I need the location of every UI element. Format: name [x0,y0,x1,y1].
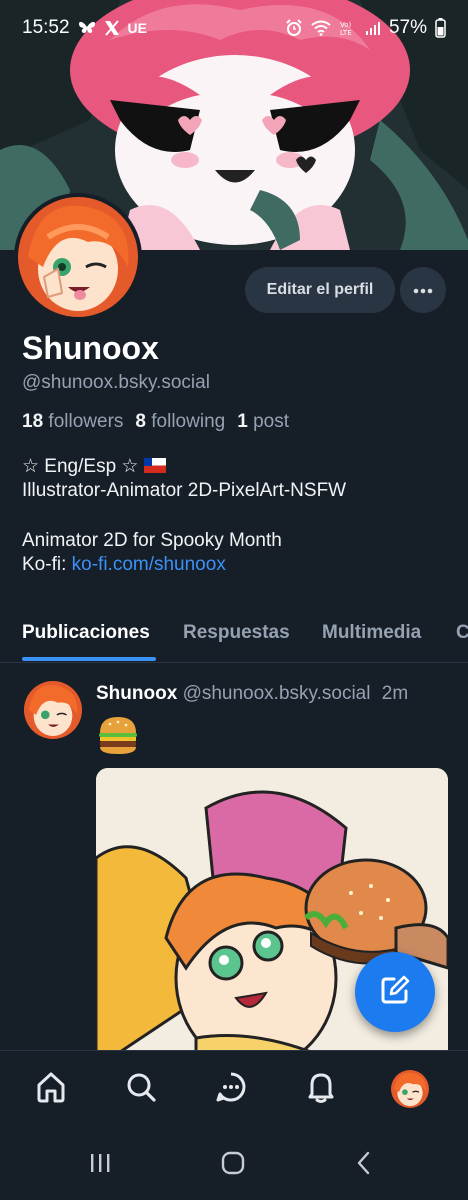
back-chevron-icon [356,1151,372,1180]
following-stat[interactable]: 8 following [135,411,225,433]
signal-icon [365,20,381,36]
profile-stats: 18 followers 8 following 1 post [22,411,301,433]
profile-avatar-image [18,197,138,317]
search-icon [124,1070,158,1109]
post-timestamp: 2m [381,683,409,704]
back-button[interactable] [344,1150,384,1180]
more-icon [413,281,433,299]
active-tab-indicator [22,657,156,661]
posts-label: post [253,411,289,432]
profile-handle: @shunoox.bsky.social [22,372,210,393]
nav-profile[interactable] [390,1069,430,1109]
tab-respuestas[interactable]: Respuestas [183,622,290,644]
alarm-icon [285,19,303,37]
status-right: Vo) LTE 57% [285,17,446,39]
status-left: 15:52 UE [22,17,147,39]
following-count: 8 [135,411,146,432]
post-header: Shunoox @shunoox.bsky.social 2m [96,683,408,705]
status-bar: 15:52 UE Vo) LTE 57% [0,0,468,56]
post-author-handle[interactable]: @shunoox.bsky.social [183,683,371,704]
chile-flag-icon [143,458,166,473]
system-nav-bar [0,1128,468,1200]
butterfly-icon [78,20,96,36]
nav-search[interactable] [121,1069,161,1109]
bottom-nav [0,1050,468,1128]
wifi-icon [311,20,331,36]
bio-line-1: ☆ Eng/Esp ☆ [22,455,346,479]
following-label: following [151,411,226,432]
nav-notifications[interactable] [301,1069,341,1109]
recent-apps-button[interactable] [80,1150,120,1180]
svg-text:LTE: LTE [340,29,352,37]
bio-line-4: Ko-fi: ko-fi.com/shunoox [22,553,346,577]
hamburger-icon [96,713,140,757]
nav-chat[interactable] [211,1069,251,1109]
posts-count: 1 [237,411,248,432]
tab-partial[interactable]: C [456,622,468,644]
bio-line-3: Animator 2D for Spooky Month [22,530,282,551]
edit-profile-button[interactable]: Editar el perfil [245,267,395,313]
profile-avatar-small [391,1070,429,1108]
bio-line-2: Illustrator-Animator 2D-PixelArt-NSFW [22,480,347,501]
profile-avatar[interactable] [14,193,142,321]
status-time: 15:52 [22,17,70,38]
compose-icon [378,973,412,1012]
battery-percent: 57% [388,17,427,38]
battery-icon [435,18,446,38]
x-logo-icon [104,20,120,36]
kofi-link[interactable]: ko-fi.com/shunoox [72,554,226,575]
display-name: Shunoox [22,330,159,366]
compose-post-button[interactable] [355,952,435,1032]
tab-publicaciones[interactable]: Publicaciones [22,622,150,644]
svg-text:Vo): Vo) [340,21,352,29]
nav-home[interactable] [31,1069,71,1109]
followers-stat[interactable]: 18 followers [22,411,123,433]
profile-bio: ☆ Eng/Esp ☆ Illustrator-Animator 2D-Pixe… [22,455,346,577]
kofi-label: Ko-fi: [22,554,67,575]
bio-languages: ☆ Eng/Esp ☆ [22,456,139,477]
followers-label: followers [48,411,124,432]
recent-apps-icon [88,1152,112,1179]
followers-count: 18 [22,411,44,432]
tab-multimedia[interactable]: Multimedia [322,622,421,644]
home-system-button[interactable] [213,1150,253,1180]
volte-icon: Vo) LTE [339,19,357,37]
home-square-icon [221,1151,245,1180]
chat-icon [214,1070,248,1109]
notifications-icon [304,1070,338,1109]
more-options-button[interactable] [400,267,446,313]
carrier-label: UE [127,20,147,36]
posts-stat: 1 post [237,411,289,433]
profile-tabs: Publicaciones Respuestas Multimedia C [0,615,468,663]
post-author-name[interactable]: Shunoox [96,683,177,704]
bio-spacer [22,503,346,529]
post-author-avatar[interactable] [24,681,82,739]
home-icon [34,1070,68,1109]
